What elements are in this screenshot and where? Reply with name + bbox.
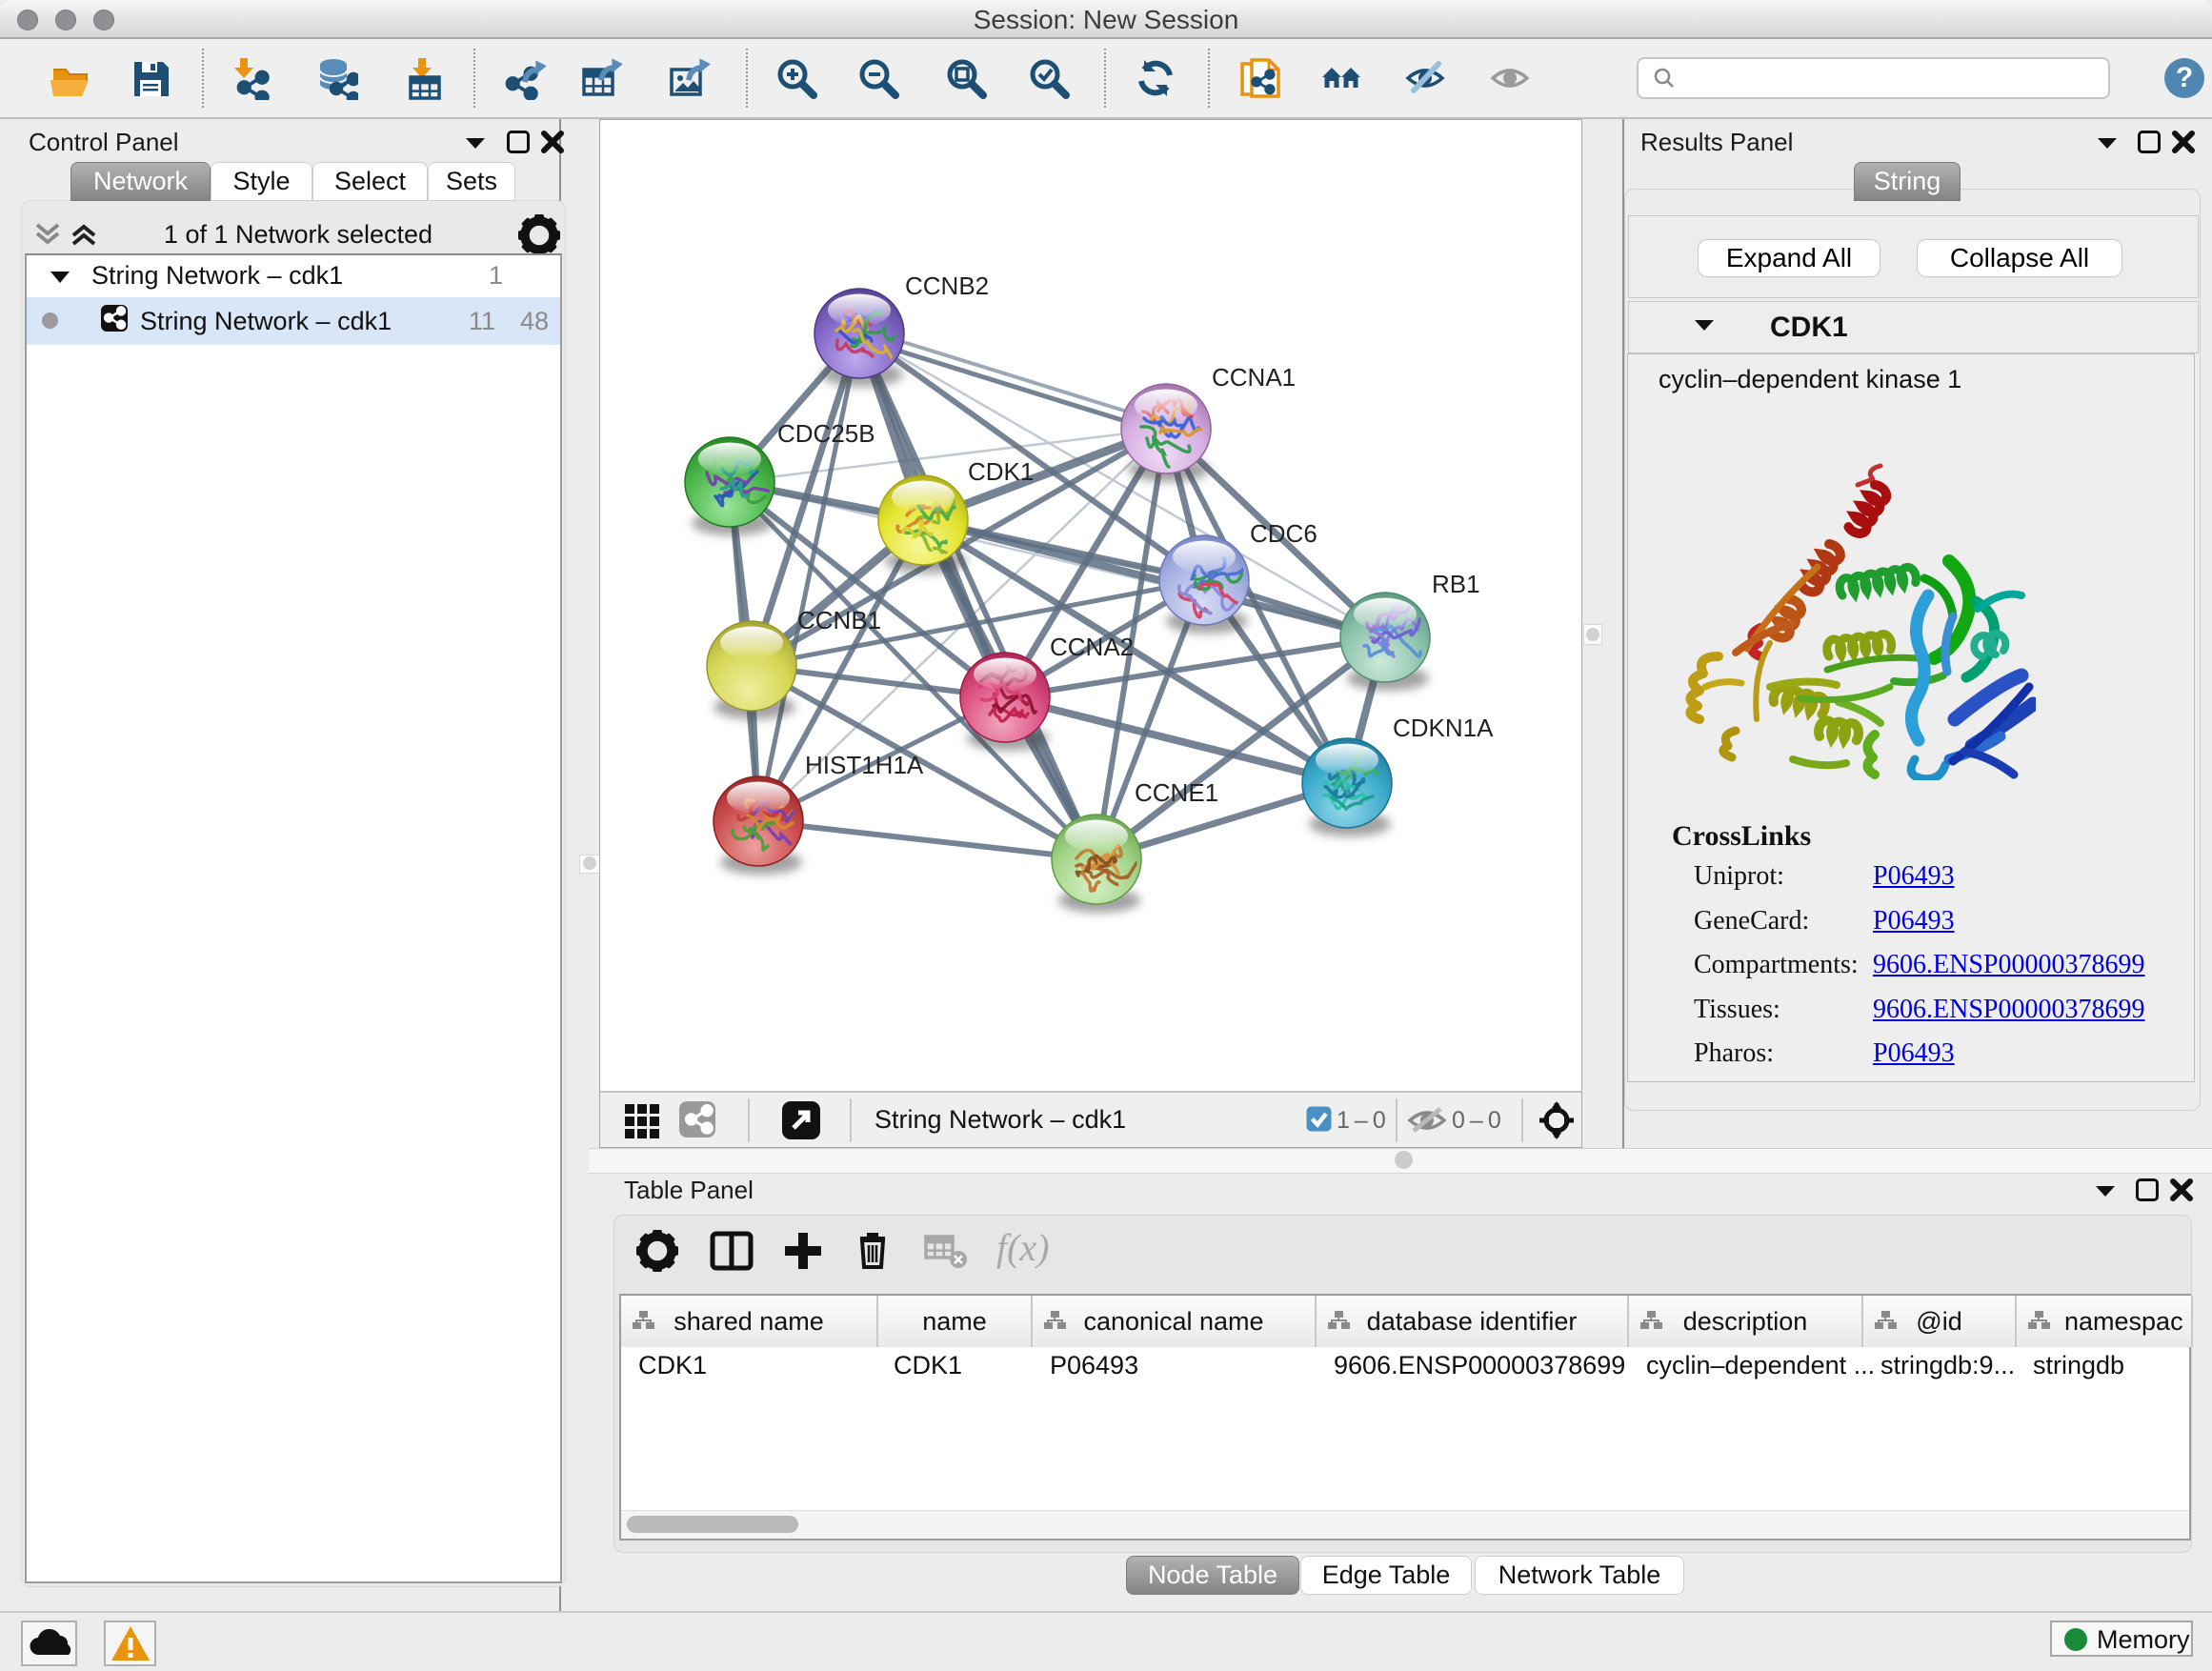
svg-text:CCNE1: CCNE1: [1135, 778, 1218, 807]
svg-text:RB1: RB1: [1432, 570, 1480, 598]
svg-text:CDKN1A: CDKN1A: [1393, 714, 1494, 742]
svg-text:CDC6: CDC6: [1250, 519, 1317, 548]
svg-text:CCNB1: CCNB1: [797, 606, 881, 634]
svg-text:CCNA1: CCNA1: [1212, 363, 1296, 392]
svg-text:CDK1: CDK1: [968, 457, 1034, 486]
svg-text:CCNB2: CCNB2: [905, 272, 989, 300]
svg-text:CCNA2: CCNA2: [1050, 633, 1134, 661]
svg-text:HIST1H1A: HIST1H1A: [805, 751, 924, 779]
svg-text:CDC25B: CDC25B: [777, 419, 875, 448]
